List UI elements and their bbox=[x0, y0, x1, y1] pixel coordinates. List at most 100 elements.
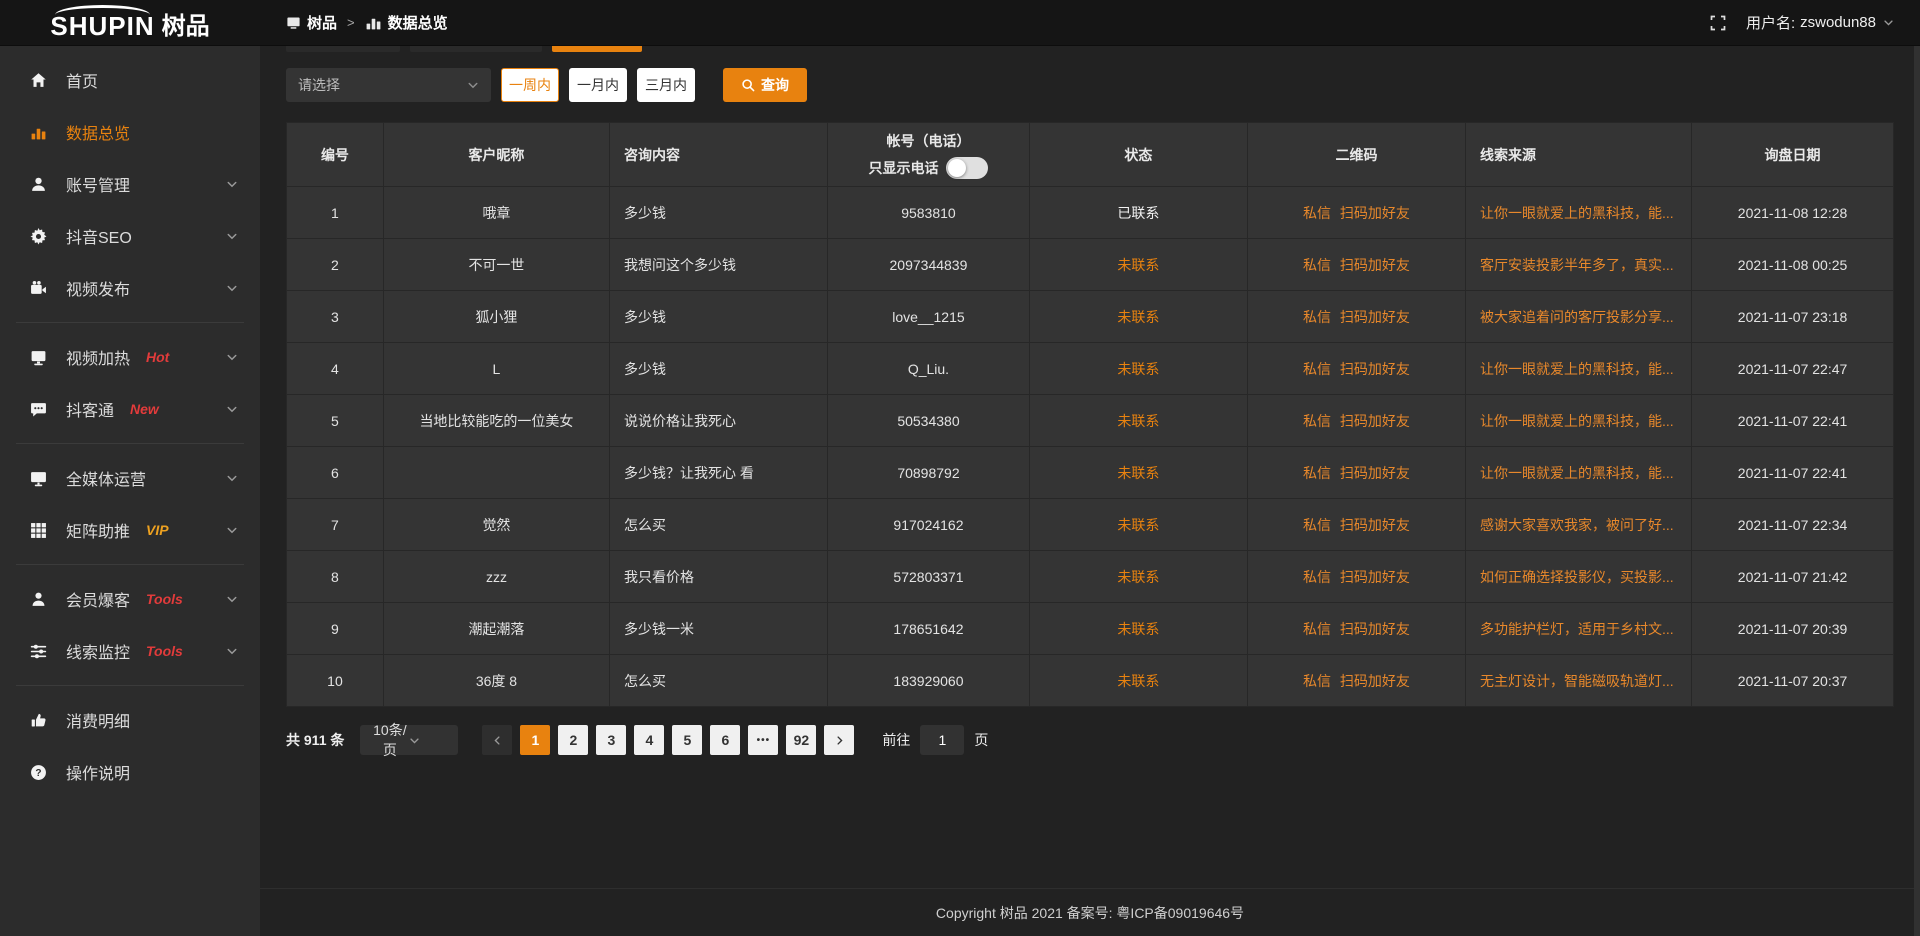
table-row: 5 当地比较能吃的一位美女 说说价格让我死心 50534380 未联系 私信 扫… bbox=[287, 395, 1894, 447]
topbar-right: 用户名: zswodun88 bbox=[1710, 12, 1894, 33]
goto-page-input[interactable] bbox=[920, 725, 964, 755]
scan-add-friend-link[interactable]: 扫码加好友 bbox=[1340, 621, 1410, 637]
scan-add-friend-link[interactable]: 扫码加好友 bbox=[1340, 413, 1410, 429]
cell-content: 多少钱 bbox=[609, 187, 827, 239]
sidebar-item-label: 视频加热 bbox=[66, 345, 130, 369]
cell-qrcode: 私信 扫码加好友 bbox=[1247, 603, 1465, 655]
page-button-92[interactable]: 92 bbox=[786, 725, 816, 755]
column-header-source: 线索来源 bbox=[1465, 123, 1691, 187]
cell-nickname: zzz bbox=[383, 551, 609, 603]
page-button-2[interactable]: 2 bbox=[558, 725, 588, 755]
sidebar-item-matrix-boost[interactable]: 矩阵助推 VIP bbox=[0, 504, 260, 556]
page-button-1[interactable]: 1 bbox=[520, 725, 550, 755]
table-row: 2 不可一世 我想问这个多少钱 2097344839 未联系 私信 扫码加好友 … bbox=[287, 239, 1894, 291]
bar-chart-icon bbox=[365, 14, 382, 31]
cell-source: 让你一眼就爱上的黑科技，能... bbox=[1465, 187, 1691, 239]
page-size-select[interactable]: 10条/页 bbox=[360, 725, 458, 755]
cell-nickname bbox=[383, 447, 609, 499]
page-ellipsis-button[interactable]: ••• bbox=[748, 725, 778, 755]
chevron-down-icon bbox=[226, 403, 238, 415]
cell-date: 2021-11-07 23:18 bbox=[1692, 291, 1894, 343]
scan-add-friend-link[interactable]: 扫码加好友 bbox=[1340, 205, 1410, 221]
cell-account: 178651642 bbox=[828, 603, 1030, 655]
scan-add-friend-link[interactable]: 扫码加好友 bbox=[1340, 517, 1410, 533]
sidebar-item-data-overview[interactable]: 数据总览 bbox=[0, 106, 260, 158]
breadcrumb-item-home[interactable]: 树品 bbox=[286, 12, 337, 33]
chevron-down-icon bbox=[226, 351, 238, 363]
page-button-6[interactable]: 6 bbox=[710, 725, 740, 755]
fullscreen-icon[interactable] bbox=[1710, 15, 1726, 31]
scan-add-friend-link[interactable]: 扫码加好友 bbox=[1340, 309, 1410, 325]
sidebar-item-lead-monitor[interactable]: 线索监控 Tools bbox=[0, 625, 260, 677]
cell-date: 2021-11-07 22:41 bbox=[1692, 447, 1894, 499]
private-message-link[interactable]: 私信 bbox=[1303, 621, 1331, 637]
cell-nickname: 36度 8 bbox=[383, 655, 609, 707]
lead-source-link[interactable]: 让你一眼就爱上的黑科技，能... bbox=[1480, 465, 1674, 481]
cell-date: 2021-11-07 22:41 bbox=[1692, 395, 1894, 447]
private-message-link[interactable]: 私信 bbox=[1303, 257, 1331, 273]
sidebar-item-label: 抖客通 bbox=[66, 397, 114, 421]
sidebar-item-badge: Tools bbox=[146, 643, 183, 659]
phone-only-toggle[interactable] bbox=[946, 157, 988, 179]
lead-source-link[interactable]: 被大家追着问的客厅投影分享... bbox=[1480, 309, 1674, 325]
sidebar-item-video-publish[interactable]: 视频发布 bbox=[0, 262, 260, 314]
period-button-week[interactable]: 一周内 bbox=[501, 68, 559, 102]
lead-source-link[interactable]: 多功能护栏灯，适用于乡村文... bbox=[1480, 621, 1674, 637]
period-button-month[interactable]: 一月内 bbox=[569, 68, 627, 102]
lead-source-link[interactable]: 让你一眼就爱上的黑科技，能... bbox=[1480, 413, 1674, 429]
lead-source-link[interactable]: 客厅安装投影半年多了，真实... bbox=[1480, 257, 1674, 273]
sidebar-item-douyin-seo[interactable]: 抖音SEO bbox=[0, 210, 260, 262]
cell-status: 未联系 bbox=[1029, 655, 1247, 707]
status-badge: 未联系 bbox=[1117, 517, 1159, 533]
prev-page-button[interactable] bbox=[482, 725, 512, 755]
private-message-link[interactable]: 私信 bbox=[1303, 361, 1331, 377]
cell-id: 7 bbox=[287, 499, 384, 551]
private-message-link[interactable]: 私信 bbox=[1303, 413, 1331, 429]
page-button-3[interactable]: 3 bbox=[596, 725, 626, 755]
lead-source-link[interactable]: 感谢大家喜欢我家，被问了好... bbox=[1480, 517, 1674, 533]
scan-add-friend-link[interactable]: 扫码加好友 bbox=[1340, 465, 1410, 481]
cell-nickname: 狐小狸 bbox=[383, 291, 609, 343]
column-header-date: 询盘日期 bbox=[1692, 123, 1894, 187]
page-size-value: 10条/页 bbox=[370, 720, 409, 760]
search-button[interactable]: 查询 bbox=[723, 68, 807, 102]
page-button-4[interactable]: 4 bbox=[634, 725, 664, 755]
sidebar-item-badge: Tools bbox=[146, 591, 183, 607]
sidebar-item-home[interactable]: 首页 bbox=[0, 54, 260, 106]
user-label: 用户名: bbox=[1746, 12, 1795, 33]
sidebar-item-media-ops[interactable]: 全媒体运营 bbox=[0, 452, 260, 504]
sidebar-item-consume-detail[interactable]: 消费明细 bbox=[0, 694, 260, 746]
breadcrumb-item-current[interactable]: 数据总览 bbox=[365, 12, 448, 33]
lead-source-link[interactable]: 让你一眼就爱上的黑科技，能... bbox=[1480, 205, 1674, 221]
cell-status: 未联系 bbox=[1029, 603, 1247, 655]
scan-add-friend-link[interactable]: 扫码加好友 bbox=[1340, 569, 1410, 585]
grid-icon bbox=[30, 522, 50, 539]
sidebar-item-video-heat[interactable]: 视频加热 Hot bbox=[0, 331, 260, 383]
period-button-quarter[interactable]: 三月内 bbox=[637, 68, 695, 102]
cell-id: 5 bbox=[287, 395, 384, 447]
private-message-link[interactable]: 私信 bbox=[1303, 465, 1331, 481]
next-page-button[interactable] bbox=[824, 725, 854, 755]
lead-source-link[interactable]: 无主灯设计，智能磁吸轨道灯... bbox=[1480, 673, 1674, 689]
scan-add-friend-link[interactable]: 扫码加好友 bbox=[1340, 257, 1410, 273]
lead-source-link[interactable]: 让你一眼就爱上的黑科技，能... bbox=[1480, 361, 1674, 377]
private-message-link[interactable]: 私信 bbox=[1303, 517, 1331, 533]
lead-source-link[interactable]: 如何正确选择投影仪，买投影... bbox=[1480, 569, 1674, 585]
sidebar-item-guide[interactable]: ? 操作说明 bbox=[0, 746, 260, 798]
scan-add-friend-link[interactable]: 扫码加好友 bbox=[1340, 673, 1410, 689]
private-message-link[interactable]: 私信 bbox=[1303, 673, 1331, 689]
scan-add-friend-link[interactable]: 扫码加好友 bbox=[1340, 361, 1410, 377]
page-button-5[interactable]: 5 bbox=[672, 725, 702, 755]
private-message-link[interactable]: 私信 bbox=[1303, 205, 1331, 221]
sidebar-item-member-burst[interactable]: 会员爆客 Tools bbox=[0, 573, 260, 625]
sidebar-item-badge: Hot bbox=[146, 349, 169, 365]
private-message-link[interactable]: 私信 bbox=[1303, 309, 1331, 325]
filter-select[interactable]: 请选择 bbox=[286, 68, 491, 102]
sidebar-item-douketong[interactable]: 抖客通 New bbox=[0, 383, 260, 435]
scrollbar[interactable] bbox=[1914, 46, 1920, 936]
user-menu[interactable]: 用户名: zswodun88 bbox=[1746, 12, 1894, 33]
sidebar-item-account-manage[interactable]: 账号管理 bbox=[0, 158, 260, 210]
private-message-link[interactable]: 私信 bbox=[1303, 569, 1331, 585]
cell-status: 未联系 bbox=[1029, 551, 1247, 603]
status-badge: 未联系 bbox=[1117, 361, 1159, 377]
